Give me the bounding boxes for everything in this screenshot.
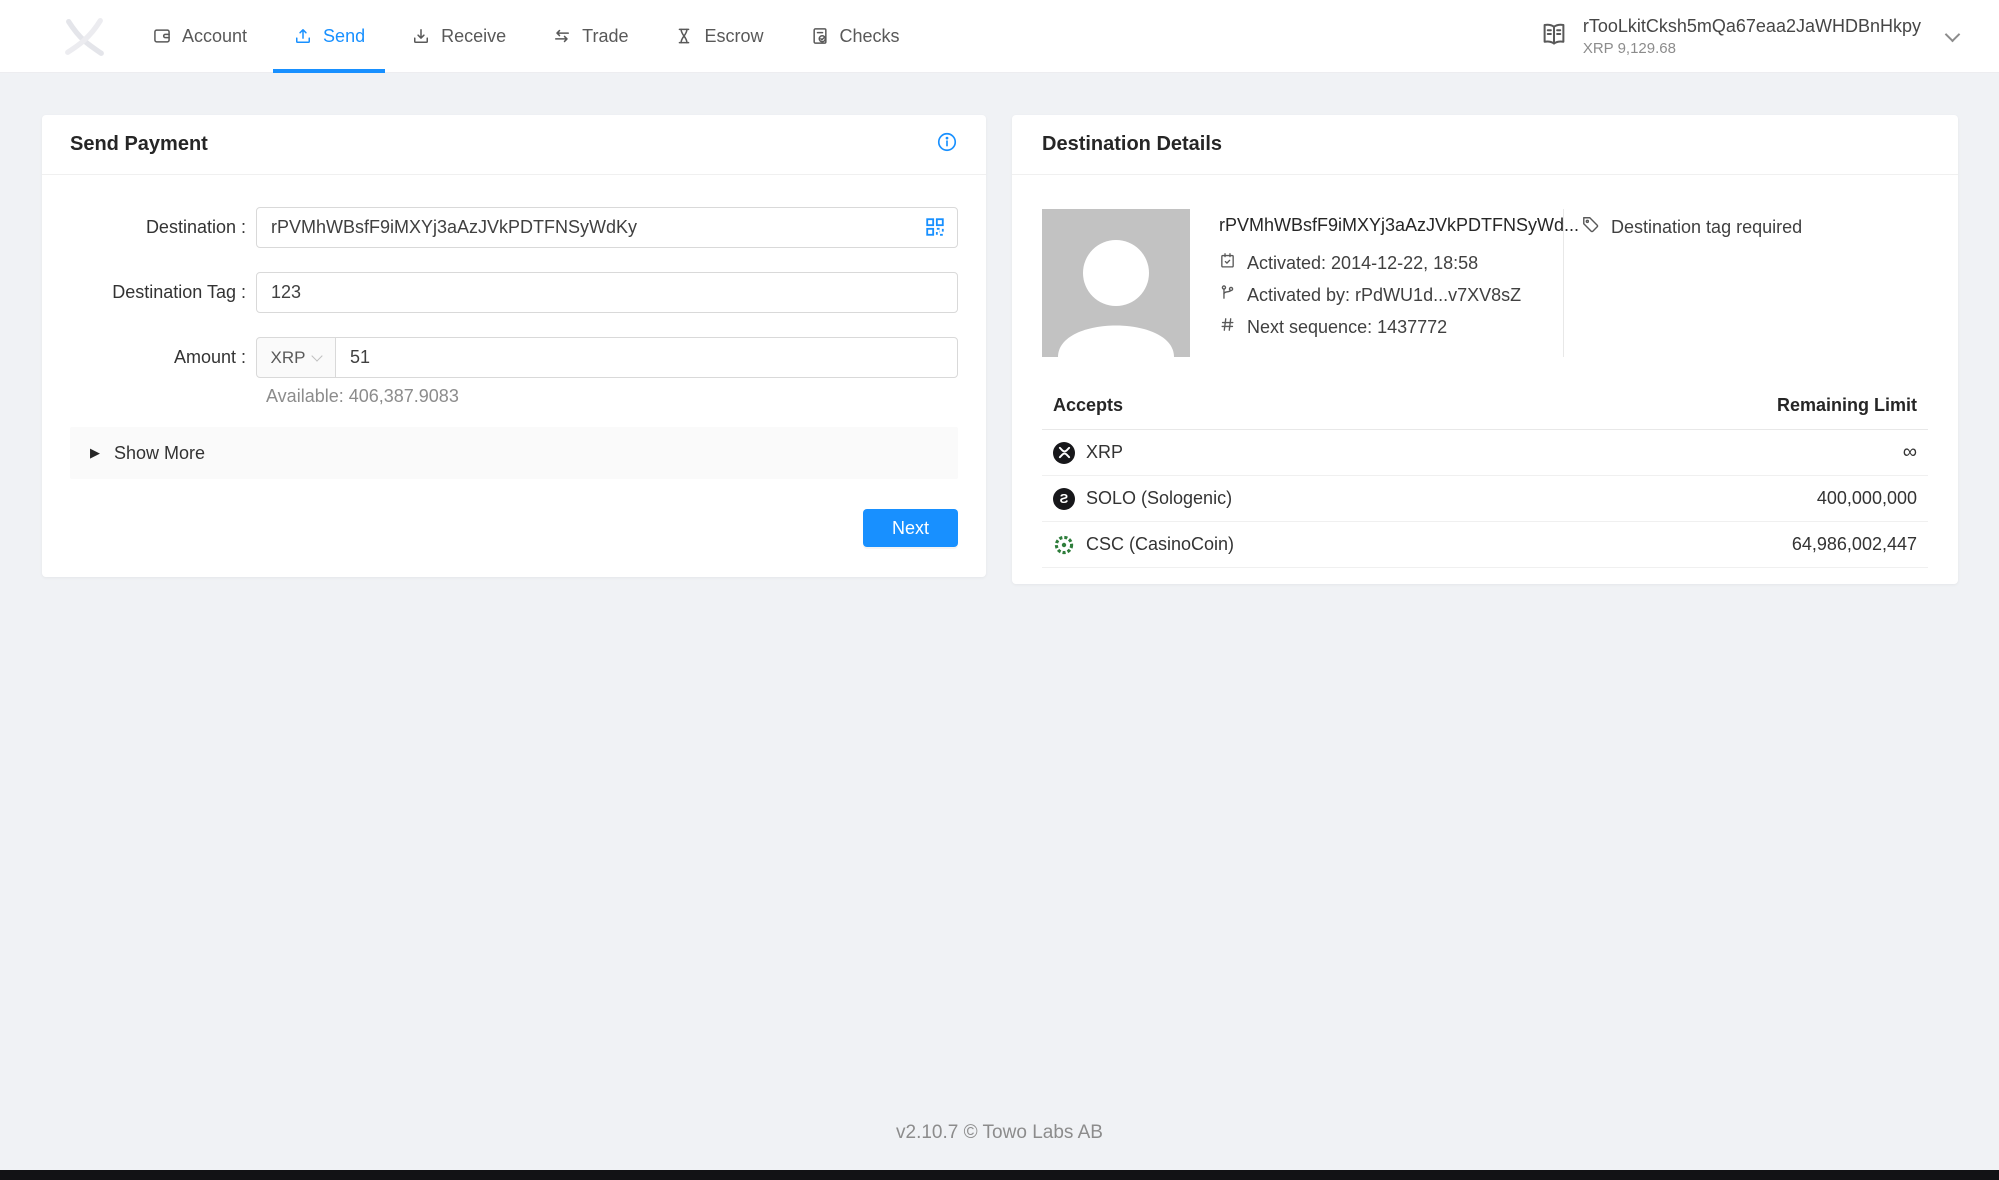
amount-input-group: XRP bbox=[256, 337, 958, 378]
receive-icon bbox=[411, 26, 431, 46]
bottom-bar bbox=[0, 1170, 1999, 1180]
destination-details-body: rPVMhWBsfF9iMXYj3aAzJVkPDTFNSyWd... Acti… bbox=[1012, 175, 1958, 584]
show-more-label: Show More bbox=[114, 443, 205, 464]
destination-info: rPVMhWBsfF9iMXYj3aAzJVkPDTFNSyWd... Acti… bbox=[1219, 209, 1543, 357]
tab-label: Trade bbox=[582, 26, 628, 47]
send-payment-title: Send Payment bbox=[70, 133, 208, 156]
xrp-toolkit-logo-icon bbox=[61, 11, 107, 61]
destination-details-title: Destination Details bbox=[1042, 133, 1222, 156]
qr-scan-icon[interactable] bbox=[924, 216, 946, 243]
send-payment-form: Destination : Destination Tag : bbox=[42, 175, 986, 577]
tab-label: Escrow bbox=[704, 26, 763, 47]
destination-input-wrap bbox=[256, 207, 958, 248]
currency-cell: CSC (CasinoCoin) bbox=[1053, 534, 1234, 556]
copyright-text: v2.10.7 © Towo Labs AB bbox=[0, 1122, 1999, 1144]
currency-name: SOLO (Sologenic) bbox=[1086, 488, 1232, 509]
activated-by-line: Activated by: rPdWU1d...v7XV8sZ bbox=[1219, 284, 1543, 306]
top-navigation-bar: Account Send Receive bbox=[0, 0, 1999, 73]
activated-line: Activated: 2014-12-22, 18:58 bbox=[1219, 252, 1543, 274]
destination-tag-label: Destination Tag : bbox=[70, 282, 256, 303]
destination-details-card: Destination Details rPVMhWBsfF9iMXYj3aAz… bbox=[1012, 115, 1958, 584]
accepts-table: Accepts Remaining Limit XRP ∞ bbox=[1042, 395, 1928, 568]
branch-icon bbox=[1219, 284, 1236, 306]
destination-input[interactable] bbox=[256, 207, 958, 248]
tab-label: Checks bbox=[840, 26, 900, 47]
info-icon[interactable] bbox=[936, 131, 958, 158]
currency-select[interactable]: XRP bbox=[256, 337, 336, 378]
remaining-limit-column-header: Remaining Limit bbox=[1777, 395, 1917, 416]
remaining-limit: ∞ bbox=[1903, 441, 1917, 464]
accepts-column-header: Accepts bbox=[1053, 395, 1123, 416]
activated-text: Activated: 2014-12-22, 18:58 bbox=[1247, 253, 1478, 274]
next-sequence-line: Next sequence: 1437772 bbox=[1219, 316, 1543, 338]
show-more-toggle[interactable]: ▶ Show More bbox=[70, 427, 958, 479]
remaining-limit: 64,986,002,447 bbox=[1792, 534, 1917, 555]
solo-icon: Ƨ bbox=[1053, 488, 1075, 510]
destination-row: Destination : bbox=[70, 207, 958, 248]
account-icon bbox=[152, 26, 172, 46]
escrow-icon bbox=[674, 26, 694, 46]
amount-input[interactable] bbox=[335, 337, 958, 378]
destination-details-header: Destination Details bbox=[1012, 115, 1958, 175]
form-actions: Next bbox=[70, 509, 958, 547]
calendar-check-icon bbox=[1219, 252, 1236, 274]
destination-flags: Destination tag required bbox=[1581, 209, 1802, 357]
address-book-icon[interactable] bbox=[1539, 19, 1569, 54]
remaining-limit: 400,000,000 bbox=[1817, 488, 1917, 509]
activated-by-text: Activated by: rPdWU1d...v7XV8sZ bbox=[1247, 285, 1521, 306]
main-nav: Account Send Receive bbox=[132, 0, 926, 73]
trade-icon bbox=[552, 26, 572, 46]
currency-cell: XRP bbox=[1053, 442, 1123, 464]
currency-cell: Ƨ SOLO (Sologenic) bbox=[1053, 488, 1232, 510]
table-row-xrp: XRP ∞ bbox=[1042, 430, 1928, 476]
destination-address: rPVMhWBsfF9iMXYj3aAzJVkPDTFNSyWd... bbox=[1219, 215, 1543, 236]
solo-glyph: Ƨ bbox=[1060, 492, 1069, 505]
account-summary: rTooLkitCksh5mQa67eaa2JaWHDBnHkpy XRP 9,… bbox=[1583, 15, 1921, 57]
checks-icon bbox=[810, 26, 830, 46]
amount-label: Amount : bbox=[70, 347, 256, 368]
table-row-solo: Ƨ SOLO (Sologenic) 400,000,000 bbox=[1042, 476, 1928, 522]
chevron-down-icon bbox=[312, 350, 323, 361]
accepts-table-header: Accepts Remaining Limit bbox=[1042, 395, 1928, 430]
caret-right-icon: ▶ bbox=[90, 445, 100, 461]
page-content: Send Payment Destination : bbox=[0, 73, 1999, 584]
send-payment-header: Send Payment bbox=[42, 115, 986, 175]
account-selector[interactable]: rTooLkitCksh5mQa67eaa2JaWHDBnHkpy XRP 9,… bbox=[1539, 15, 1958, 57]
tab-label: Account bbox=[182, 26, 247, 47]
tag-icon bbox=[1581, 215, 1600, 239]
next-button[interactable]: Next bbox=[863, 509, 958, 547]
destination-tag-input[interactable] bbox=[256, 272, 958, 313]
destination-tag-row: Destination Tag : bbox=[70, 272, 958, 313]
amount-row: Amount : XRP bbox=[70, 337, 958, 378]
tag-required-line: Destination tag required bbox=[1581, 215, 1802, 239]
tab-receive[interactable]: Receive bbox=[391, 0, 526, 73]
destination-summary: rPVMhWBsfF9iMXYj3aAzJVkPDTFNSyWd... Acti… bbox=[1042, 209, 1928, 357]
currency-selected: XRP bbox=[271, 348, 306, 368]
tab-label: Receive bbox=[441, 26, 506, 47]
destination-label: Destination : bbox=[70, 217, 256, 238]
chevron-down-icon[interactable] bbox=[1945, 26, 1961, 42]
currency-name: CSC (CasinoCoin) bbox=[1086, 534, 1234, 555]
vertical-divider bbox=[1563, 209, 1564, 357]
tag-required-text: Destination tag required bbox=[1611, 217, 1802, 238]
tab-trade[interactable]: Trade bbox=[532, 0, 648, 73]
tab-escrow[interactable]: Escrow bbox=[654, 0, 783, 73]
tab-send[interactable]: Send bbox=[273, 0, 385, 73]
tab-label: Send bbox=[323, 26, 365, 47]
xrp-icon bbox=[1053, 442, 1075, 464]
next-sequence-text: Next sequence: 1437772 bbox=[1247, 317, 1447, 338]
table-row-csc: CSC (CasinoCoin) 64,986,002,447 bbox=[1042, 522, 1928, 568]
account-balance: XRP 9,129.68 bbox=[1583, 40, 1921, 57]
tab-checks[interactable]: Checks bbox=[790, 0, 920, 73]
account-address: rTooLkitCksh5mQa67eaa2JaWHDBnHkpy bbox=[1583, 15, 1921, 37]
csc-icon bbox=[1053, 534, 1075, 556]
avatar bbox=[1042, 209, 1190, 357]
available-balance: Available: 406,387.9083 bbox=[70, 386, 958, 407]
send-icon bbox=[293, 26, 313, 46]
hash-icon bbox=[1219, 316, 1236, 338]
send-payment-card: Send Payment Destination : bbox=[42, 115, 986, 577]
tab-account[interactable]: Account bbox=[132, 0, 267, 73]
currency-name: XRP bbox=[1086, 442, 1123, 463]
